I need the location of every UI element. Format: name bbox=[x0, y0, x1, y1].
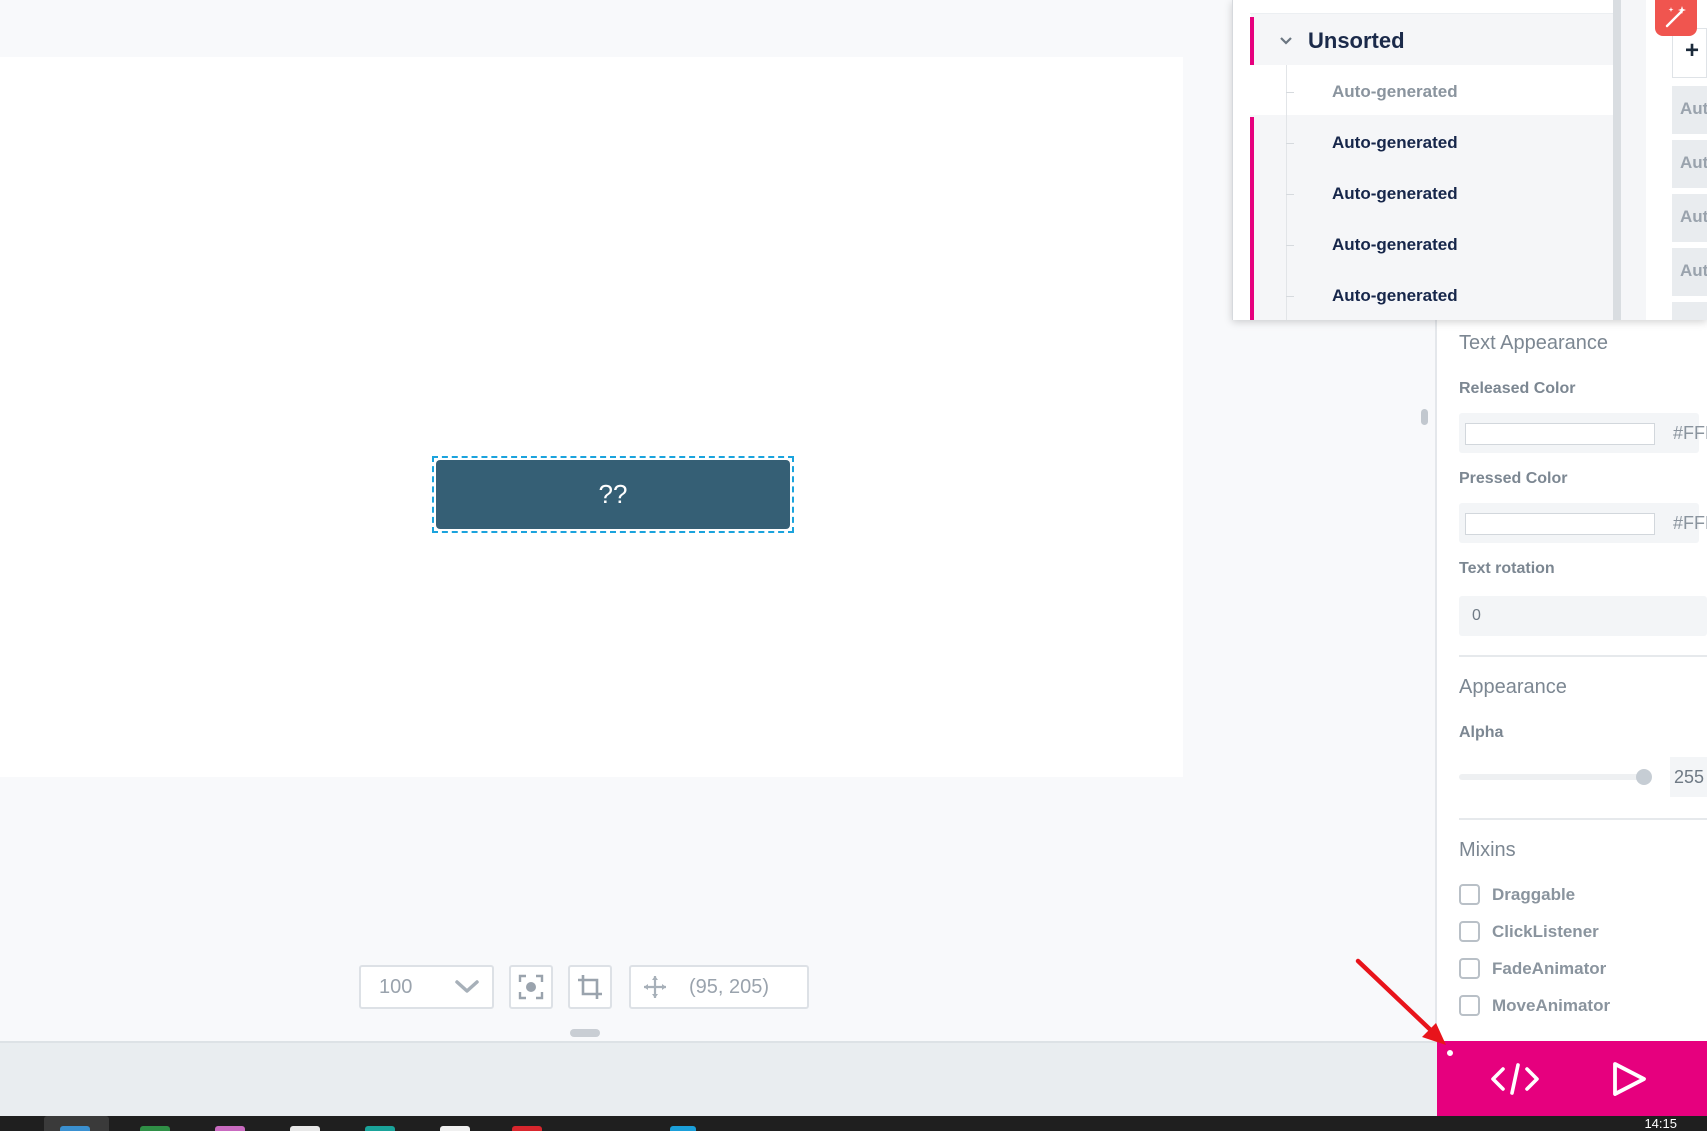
fit-to-screen-button[interactable] bbox=[509, 965, 553, 1009]
tree-group-unsorted[interactable]: Unsorted bbox=[1250, 17, 1613, 65]
section-divider bbox=[1459, 818, 1707, 820]
mixin-label: MoveAnimator bbox=[1492, 995, 1611, 1015]
tree-item-label[interactable]: Auto-generated bbox=[1332, 184, 1458, 204]
mixin-label: Draggable bbox=[1492, 884, 1576, 904]
mixin-move-animator[interactable]: MoveAnimator bbox=[1459, 995, 1610, 1016]
right-column-item[interactable]: Aut bbox=[1672, 248, 1707, 296]
alpha-input[interactable]: 255 bbox=[1670, 757, 1707, 797]
code-icon bbox=[1490, 1062, 1539, 1095]
app-root: ?? 100 (95, 205) 14:15 Text Appearance R… bbox=[0, 0, 1707, 1131]
released-color-hex[interactable]: #FFF bbox=[1673, 423, 1707, 444]
click-listener-checkbox[interactable] bbox=[1459, 921, 1480, 942]
text-rotation-input[interactable]: 0 bbox=[1459, 596, 1707, 636]
text-appearance-title: Text Appearance bbox=[1459, 332, 1608, 354]
magic-wand-icon bbox=[1665, 6, 1686, 28]
right-column-item[interactable]: Aut bbox=[1672, 194, 1707, 242]
crop-icon bbox=[578, 975, 602, 999]
alpha-label: Alpha bbox=[1459, 724, 1504, 741]
released-color-field[interactable]: #FFF bbox=[1459, 413, 1707, 453]
selected-widget[interactable]: ?? bbox=[432, 456, 794, 533]
tree-group-label: Unsorted bbox=[1308, 28, 1405, 53]
taskbar-app-icon[interactable] bbox=[290, 1126, 320, 1131]
taskbar-app-icon[interactable] bbox=[365, 1126, 395, 1131]
chevron-down-icon bbox=[1280, 37, 1292, 45]
tree-guide-tick bbox=[1286, 92, 1294, 93]
alpha-slider-track[interactable] bbox=[1459, 774, 1644, 780]
move-icon bbox=[644, 976, 666, 998]
taskbar-app-icon[interactable] bbox=[215, 1126, 245, 1131]
taskbar-app-icon[interactable] bbox=[60, 1126, 90, 1131]
tree-item-label[interactable]: Auto-generated bbox=[1332, 82, 1458, 102]
position-value: (95, 205) bbox=[689, 975, 770, 998]
magic-wand-button[interactable] bbox=[1655, 0, 1697, 36]
released-color-label: Released Color bbox=[1459, 380, 1576, 397]
pressed-color-label: Pressed Color bbox=[1459, 470, 1568, 487]
tree-item-label[interactable]: Auto-generated bbox=[1332, 133, 1458, 153]
section-divider bbox=[1459, 655, 1707, 657]
taskbar-app-icon[interactable] bbox=[140, 1126, 170, 1131]
pressed-color-field[interactable]: #FFF bbox=[1459, 503, 1707, 543]
tree-item-label[interactable]: Auto-generated bbox=[1332, 286, 1458, 306]
tree-row-previous[interactable] bbox=[1250, 0, 1613, 14]
fade-animator-checkbox[interactable] bbox=[1459, 958, 1480, 979]
move-animator-checkbox[interactable] bbox=[1459, 995, 1480, 1016]
tree-guide-tick bbox=[1286, 194, 1294, 195]
play-icon bbox=[1612, 1061, 1646, 1096]
focus-icon bbox=[518, 974, 544, 1000]
canvas-screen[interactable] bbox=[0, 57, 1183, 777]
alpha-slider-handle[interactable] bbox=[1636, 769, 1652, 785]
right-column-item[interactable]: Aut bbox=[1672, 140, 1707, 188]
widget-button-text: ?? bbox=[436, 460, 790, 529]
appearance-title: Appearance bbox=[1459, 676, 1567, 698]
taskbar-app-icon[interactable] bbox=[512, 1126, 542, 1131]
pressed-color-hex[interactable]: #FFF bbox=[1673, 513, 1707, 534]
text-rotation-label: Text rotation bbox=[1459, 560, 1555, 577]
generate-code-button[interactable] bbox=[1480, 1049, 1550, 1109]
taskbar-app-icon[interactable] bbox=[670, 1126, 696, 1131]
draggable-checkbox[interactable] bbox=[1459, 884, 1480, 905]
right-column-item[interactable] bbox=[1672, 302, 1707, 320]
mixin-label: ClickListener bbox=[1492, 921, 1599, 941]
released-color-swatch[interactable] bbox=[1465, 423, 1655, 445]
tree-guide-line bbox=[1286, 65, 1287, 320]
taskbar-app-icon[interactable] bbox=[440, 1126, 470, 1131]
mixin-click-listener[interactable]: ClickListener bbox=[1459, 921, 1599, 942]
position-box[interactable]: (95, 205) bbox=[629, 965, 809, 1009]
zoom-value: 100 bbox=[379, 975, 413, 998]
properties-scrollbar[interactable] bbox=[1421, 409, 1428, 425]
tree-guide-tick bbox=[1286, 296, 1294, 297]
mixin-label: FadeAnimator bbox=[1492, 958, 1607, 978]
taskbar-clock: 14:15 bbox=[1644, 1116, 1677, 1131]
mixins-title: Mixins bbox=[1459, 839, 1516, 861]
group-selection-bar bbox=[1250, 17, 1254, 65]
crop-button[interactable] bbox=[568, 965, 612, 1009]
right-column-item[interactable]: Aut bbox=[1672, 86, 1707, 134]
panel-resize-handle[interactable] bbox=[570, 1029, 600, 1037]
item-selection-bar bbox=[1250, 117, 1254, 320]
mixin-fade-animator[interactable]: FadeAnimator bbox=[1459, 958, 1606, 979]
os-taskbar: 14:15 bbox=[0, 1116, 1707, 1131]
run-simulator-button[interactable] bbox=[1595, 1049, 1665, 1109]
zoom-select[interactable]: 100 bbox=[359, 965, 494, 1009]
annotation-arrow-icon bbox=[1355, 958, 1455, 1058]
tree-guide-tick bbox=[1286, 143, 1294, 144]
tree-scrollbar[interactable] bbox=[1613, 0, 1621, 320]
mixin-draggable[interactable]: Draggable bbox=[1459, 884, 1575, 905]
tree-item-label[interactable]: Auto-generated bbox=[1332, 235, 1458, 255]
tree-guide-tick bbox=[1286, 245, 1294, 246]
action-bar bbox=[1437, 1041, 1707, 1116]
pressed-color-swatch[interactable] bbox=[1465, 513, 1655, 535]
chevron-down-icon bbox=[455, 980, 479, 993]
